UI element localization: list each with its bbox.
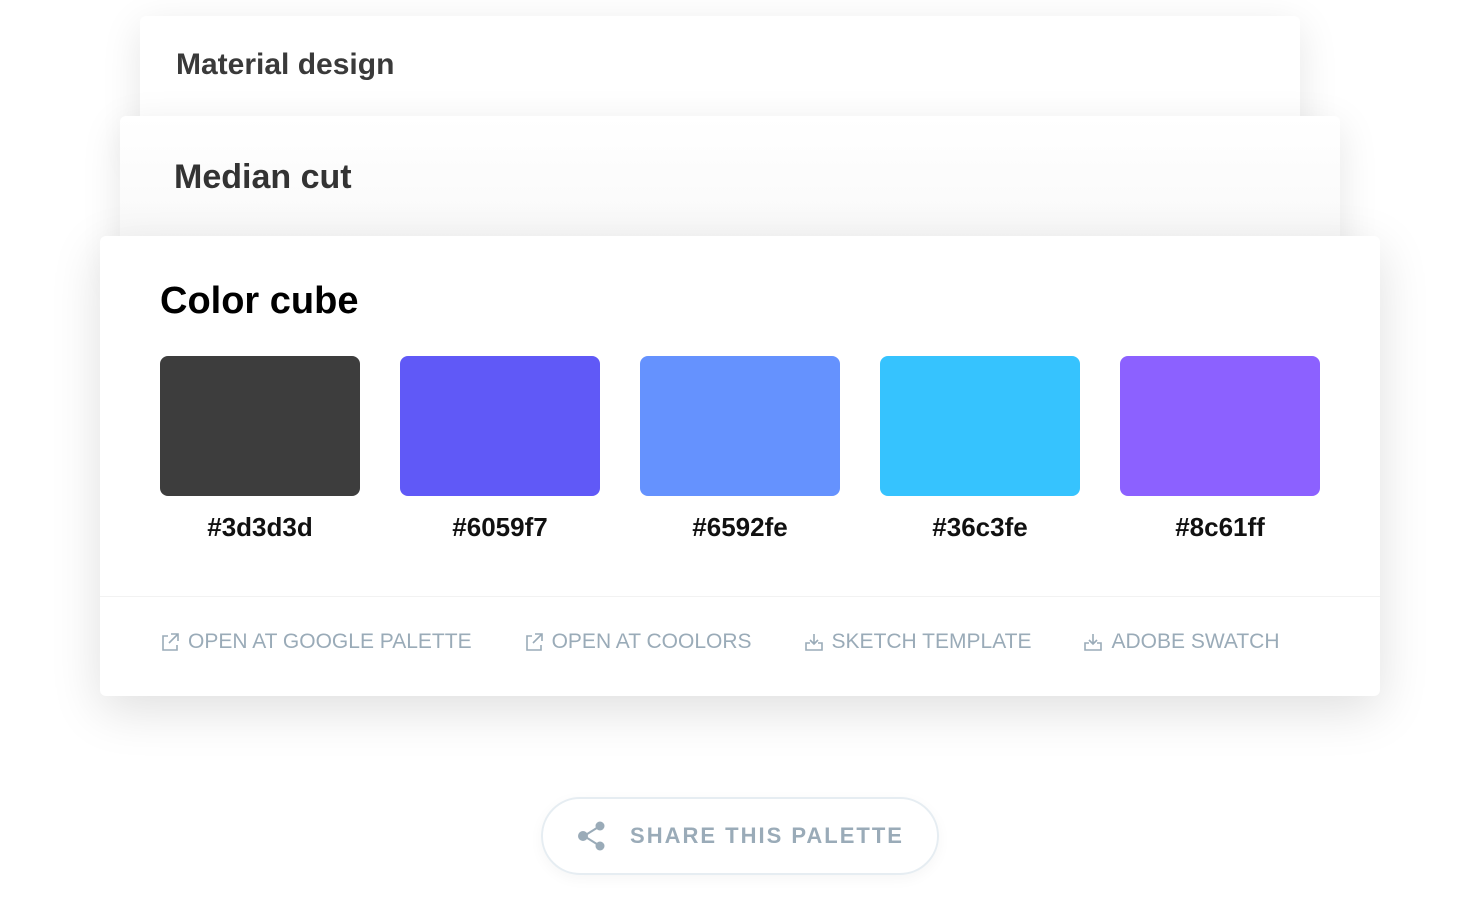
swatch-color[interactable] — [160, 356, 360, 496]
external-link-icon — [162, 633, 179, 651]
action-label: OPEN AT GOOGLE PALETTE — [188, 630, 472, 653]
swatch-color[interactable] — [1120, 356, 1320, 496]
share-icon — [578, 821, 605, 851]
card-title: Color cube — [160, 280, 359, 322]
swatch-color[interactable] — [400, 356, 600, 496]
color-swatch[interactable]: #8c61ff — [1120, 356, 1320, 543]
action-label: SKETCH TEMPLATE — [831, 630, 1032, 653]
divider — [100, 596, 1380, 597]
action-label: OPEN AT COOLORS — [551, 630, 752, 653]
action-link[interactable]: SKETCH TEMPLATE — [804, 630, 1032, 654]
actions-bar: OPEN AT GOOGLE PALETTE OPEN AT COOLORS SKE… — [160, 630, 1332, 654]
action-link[interactable]: OPEN AT COOLORS — [524, 630, 752, 654]
swatch-hex[interactable]: #8c61ff — [1120, 512, 1320, 543]
action-link[interactable]: ADOBE SWATCH — [1083, 630, 1280, 654]
swatch-hex[interactable]: #36c3fe — [880, 512, 1080, 543]
share-label: SHARE THIS PALETTE — [630, 823, 904, 848]
external-link-icon — [525, 633, 543, 651]
share-palette-button[interactable]: SHARE THIS PALETTE — [541, 797, 939, 875]
swatch-hex[interactable]: #6059f7 — [400, 512, 600, 543]
color-swatch[interactable]: #3d3d3d — [160, 356, 360, 543]
swatch-color[interactable] — [640, 356, 840, 496]
action-link[interactable]: OPEN AT GOOGLE PALETTE — [160, 630, 472, 654]
swatch-hex[interactable]: #6592fe — [640, 512, 840, 543]
action-label: ADOBE SWATCH — [1111, 630, 1280, 653]
card-title: Material design — [176, 48, 395, 81]
swatch-color[interactable] — [880, 356, 1080, 496]
color-swatch[interactable]: #6059f7 — [400, 356, 600, 543]
color-swatch[interactable]: #6592fe — [640, 356, 840, 543]
swatch-hex[interactable]: #3d3d3d — [160, 512, 360, 543]
card-title: Median cut — [174, 158, 352, 196]
download-icon — [804, 634, 823, 651]
card-color-cube: Color cube #3d3d3d #6059f7 #6592fe #36c3fe #… — [100, 236, 1380, 696]
color-swatch[interactable]: #36c3fe — [880, 356, 1080, 543]
download-icon — [1084, 634, 1103, 651]
